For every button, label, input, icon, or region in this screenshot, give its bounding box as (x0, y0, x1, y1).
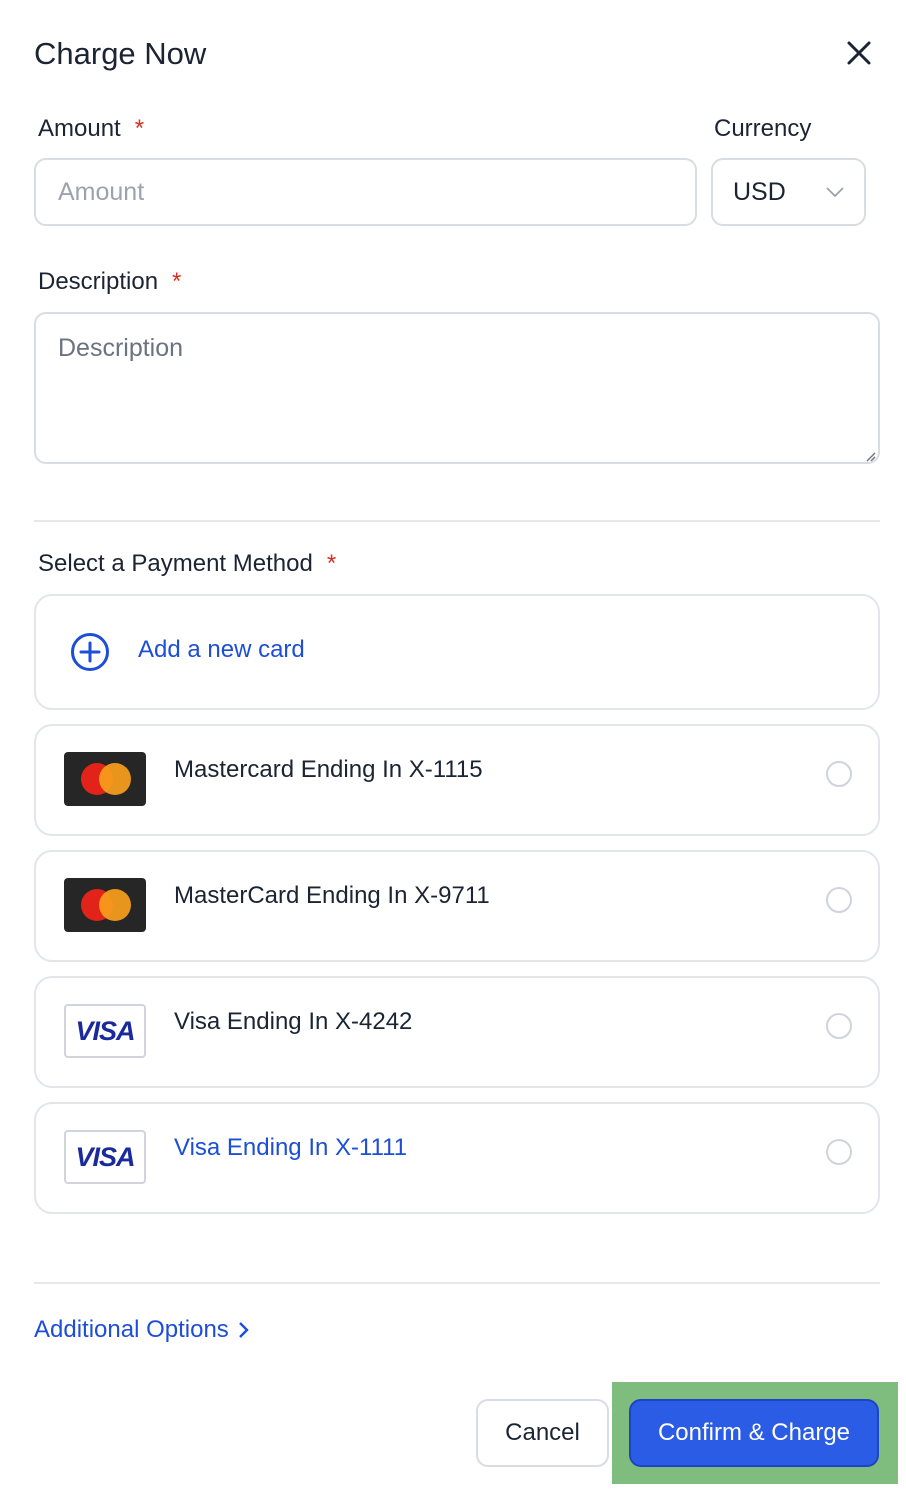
amount-label: Amount * (38, 115, 145, 142)
description-label: Description * (38, 268, 182, 295)
card-radio[interactable] (826, 887, 852, 913)
divider (34, 1282, 880, 1284)
add-new-card-option[interactable]: Add a new card (34, 594, 880, 710)
visa-logo-icon: VISA (64, 1004, 146, 1058)
required-mark: * (134, 115, 145, 142)
confirm-charge-button[interactable]: Confirm & Charge (629, 1399, 879, 1467)
chevron-right-icon (238, 1322, 249, 1338)
chevron-down-icon (826, 187, 844, 197)
dialog-title: Charge Now (34, 36, 207, 71)
plus-circle-icon (71, 633, 109, 671)
resize-handle-icon[interactable] (864, 450, 876, 462)
card-label: Visa Ending In X-4242 (174, 1008, 413, 1035)
required-mark: * (326, 550, 337, 577)
close-icon[interactable] (846, 40, 872, 66)
payment-card-option[interactable]: VISA Visa Ending In X-1111 (34, 1102, 880, 1214)
currency-select[interactable]: USD (711, 158, 866, 226)
mastercard-logo-icon (64, 878, 146, 932)
currency-value: USD (733, 177, 786, 206)
cancel-button[interactable]: Cancel (476, 1399, 609, 1467)
description-textarea[interactable] (34, 312, 880, 464)
card-radio[interactable] (826, 761, 852, 787)
mastercard-logo-icon (64, 752, 146, 806)
payment-card-option[interactable]: Mastercard Ending In X-1115 (34, 724, 880, 836)
divider (34, 520, 880, 522)
card-radio[interactable] (826, 1013, 852, 1039)
payment-method-label: Select a Payment Method * (38, 550, 337, 577)
card-label: Visa Ending In X-1111 (174, 1134, 408, 1161)
card-label: Mastercard Ending In X-1115 (174, 756, 483, 783)
additional-options-link[interactable]: Additional Options (34, 1316, 251, 1344)
required-mark: * (172, 268, 182, 295)
payment-card-option[interactable]: VISA Visa Ending In X-4242 (34, 976, 880, 1088)
card-label: MasterCard Ending In X-9711 (174, 882, 490, 909)
amount-input[interactable] (34, 158, 697, 226)
card-radio[interactable] (826, 1139, 852, 1165)
payment-card-option[interactable]: MasterCard Ending In X-9711 (34, 850, 880, 962)
add-new-card-label: Add a new card (138, 636, 305, 663)
visa-logo-icon: VISA (64, 1130, 146, 1184)
currency-label: Currency (714, 115, 812, 142)
